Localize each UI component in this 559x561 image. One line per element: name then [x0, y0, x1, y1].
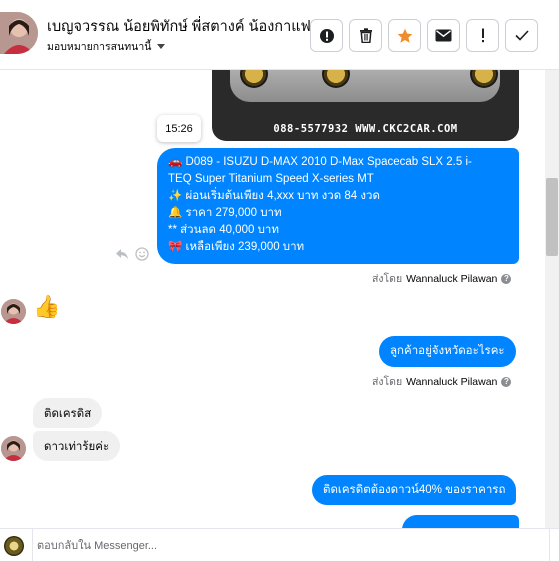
spam-button[interactable]: [466, 19, 499, 52]
sent-by-label: ส่งโดย Wannaluck Pilawan ?: [372, 373, 512, 390]
delete-button[interactable]: [349, 19, 382, 52]
customer-avatar-small[interactable]: [1, 436, 26, 461]
sent-by-prefix: ส่งโดย: [372, 376, 403, 388]
car-wheel: [322, 70, 350, 88]
car-body-shape: [230, 70, 500, 102]
answer-message[interactable]: ติดเครดิตต้องดาวน์40% ของราคารถ: [312, 475, 517, 505]
envelope-icon: [435, 29, 452, 42]
reply-arrow-icon[interactable]: [115, 248, 129, 260]
listing-message[interactable]: 🚗 D089 - ISUZU D-MAX 2010 D-Max Spacecab…: [157, 148, 519, 264]
photo-watermark: 088-5577932 WWW.CKC2CAR.COM: [273, 123, 458, 135]
star-button[interactable]: [388, 19, 421, 52]
conversation-header: เบญจวรรณ น้อยพิทักษ์ พี่สตางค์ น้องกาแฟ …: [0, 0, 559, 70]
chevron-down-icon: [157, 44, 166, 49]
sent-by-name[interactable]: Wannaluck Pilawan: [406, 273, 497, 285]
listing-line: 🔔 ราคา 279,000 บาท: [168, 207, 282, 219]
conversation-actions: [310, 19, 538, 52]
message-hover-actions: [115, 247, 149, 261]
mark-done-button[interactable]: [505, 19, 538, 52]
exclamation-circle-icon: [319, 28, 334, 43]
mark-unread-button[interactable]: [427, 19, 460, 52]
car-wheel: [470, 70, 498, 88]
customer-message[interactable]: ดาวเท่าร้ยค่ะ: [33, 431, 121, 461]
check-icon: [514, 30, 529, 41]
chat-scrollbar[interactable]: [545, 70, 559, 528]
customer-avatar-small[interactable]: [1, 299, 26, 324]
thumbs-up-message[interactable]: 👍: [33, 292, 60, 322]
customer-name[interactable]: เบญจวรรณ น้อยพิทักษ์ พี่สตางค์ น้องกาแฟ: [47, 15, 311, 38]
star-icon: [397, 28, 412, 43]
customer-avatar[interactable]: [0, 12, 38, 54]
customer-message[interactable]: ติดเครดิส: [33, 398, 103, 428]
listing-line: ✨ ผ่อนเริ่มต้นเพียง 4,xxx บาท งวด 84 งวด: [168, 190, 380, 202]
listing-line: TEQ Super Titanium Speed X-series MT: [168, 173, 374, 185]
sent-by-name[interactable]: Wannaluck Pilawan: [406, 376, 497, 388]
assign-conversation-dropdown[interactable]: มอบหมายการสนทนานี้: [47, 38, 166, 55]
next-message-partial[interactable]: [402, 515, 519, 528]
listing-line: 🚗 D089 - ISUZU D-MAX 2010 D-Max Spacecab…: [168, 156, 472, 168]
car-photo[interactable]: 088-5577932 WWW.CKC2CAR.COM: [212, 70, 519, 141]
page-logo-avatar: [4, 536, 24, 556]
scrollbar-thumb[interactable]: [546, 178, 558, 256]
sent-by-prefix: ส่งโดย: [372, 273, 403, 285]
car-wheel: [240, 70, 268, 88]
message-thread: 088-5577932 WWW.CKC2CAR.COM 15:26 🚗 D089…: [0, 70, 559, 528]
smiley-react-icon[interactable]: [135, 247, 149, 261]
message-timestamp: 15:26: [157, 115, 201, 142]
alert-button[interactable]: [310, 19, 343, 52]
exclamation-icon: [481, 28, 484, 43]
trash-icon: [359, 28, 372, 43]
assign-label: มอบหมายการสนทนานี้: [47, 41, 152, 53]
question-message[interactable]: ลูกค้าอยู่จังหวัดอะไรคะ: [379, 336, 516, 367]
reply-composer: [0, 528, 559, 561]
listing-line: ** ส่วนลด 40,000 บาท: [168, 224, 279, 236]
help-icon[interactable]: ?: [501, 273, 512, 284]
reply-input[interactable]: [32, 529, 550, 561]
sent-by-label: ส่งโดย Wannaluck Pilawan ?: [372, 270, 512, 287]
listing-line: 🎀 เหลือเพียง 239,000 บาท: [168, 241, 305, 253]
help-icon[interactable]: ?: [501, 376, 512, 387]
